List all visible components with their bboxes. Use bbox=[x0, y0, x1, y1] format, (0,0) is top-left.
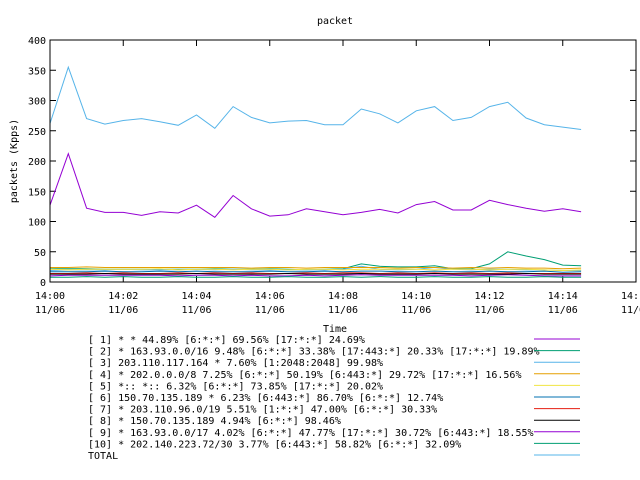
x-tick-date: 11/06 bbox=[328, 305, 358, 316]
legend-entry: [ 4] * 202.0.0.0/8 7.25% [6:*:*] 50.19% … bbox=[88, 370, 521, 381]
x-tick-date: 11/06 bbox=[35, 305, 65, 316]
x-tick-date: 11/06 bbox=[621, 305, 640, 316]
x-tick-date: 11/06 bbox=[548, 305, 578, 316]
x-tick-time: 14:04 bbox=[181, 291, 211, 302]
x-tick-date: 11/06 bbox=[255, 305, 285, 316]
x-axis-label: Time bbox=[323, 324, 347, 335]
chart-title: packet bbox=[317, 16, 353, 27]
series-line-6 bbox=[50, 270, 582, 273]
x-tick-date: 11/06 bbox=[108, 305, 138, 316]
y-tick-label: 400 bbox=[28, 36, 46, 47]
legend-entry: [10] * 202.140.223.72/30 3.77% [6:443:*]… bbox=[88, 439, 461, 450]
y-tick-label: 100 bbox=[28, 218, 46, 229]
legend: [ 1] * * 44.89% [6:*:*] 69.56% [17:*:*] … bbox=[88, 335, 580, 462]
legend-entry: [ 1] * * 44.89% [6:*:*] 69.56% [17:*:*] … bbox=[88, 335, 365, 346]
y-tick-label: 50 bbox=[34, 248, 46, 259]
legend-entry: [ 9] * 163.93.0.0/17 4.02% [6:*:*] 47.77… bbox=[88, 428, 534, 439]
series-line-1 bbox=[49, 274, 582, 277]
x-tick-time: 14:02 bbox=[108, 291, 138, 302]
y-axis-label: packets (Kpps) bbox=[9, 119, 20, 203]
y-tick-label: 200 bbox=[28, 157, 46, 168]
x-tick-time: 14:16 bbox=[621, 291, 640, 302]
legend-entry: [ 6] 150.70.135.189 * 6.23% [6:443:*] 86… bbox=[88, 393, 443, 404]
x-tick-date: 11/06 bbox=[474, 305, 504, 316]
series-line-10 bbox=[50, 276, 582, 278]
x-tick-date: 11/06 bbox=[401, 305, 431, 316]
x-tick-time: 14:12 bbox=[474, 291, 504, 302]
y-tick-label: 0 bbox=[40, 278, 46, 289]
y-tick-label: 300 bbox=[28, 97, 46, 108]
series-line-11 bbox=[49, 65, 582, 130]
x-tick-time: 14:08 bbox=[328, 291, 358, 302]
series-line-4 bbox=[50, 266, 582, 270]
y-tick-label: 150 bbox=[28, 187, 46, 198]
packet-chart: packet packets (Kpps) Time 0 50 100 150 200 2… bbox=[9, 16, 640, 462]
legend-entry: [ 3] 203.110.117.164 * 7.60% [1:2048:204… bbox=[88, 358, 383, 369]
legend-entry: [ 8] * 150.70.135.189 4.94% [6:*:*] 98.4… bbox=[88, 416, 341, 427]
legend-entry: [ 2] * 163.93.0.0/16 9.48% [6:*:*] 33.38… bbox=[88, 347, 540, 358]
x-tick-time: 14:14 bbox=[548, 291, 578, 302]
series-lines bbox=[49, 65, 582, 278]
plot-border bbox=[49, 39, 637, 283]
x-tick-date: 11/06 bbox=[181, 305, 211, 316]
x-tick-time: 14:06 bbox=[255, 291, 285, 302]
legend-entry: [ 7] * 203.110.96.0/19 5.51% [1:*:*] 47.… bbox=[88, 405, 437, 416]
series-line-7 bbox=[50, 272, 582, 275]
x-tick-time: 14:00 bbox=[35, 291, 65, 302]
y-tick-label: 250 bbox=[28, 127, 46, 138]
legend-entry: [ 5] *:: *:: 6.32% [6:*:*] 73.85% [17:*:… bbox=[88, 381, 383, 392]
y-tick-label: 350 bbox=[28, 66, 46, 77]
x-tick-time: 14:10 bbox=[401, 291, 431, 302]
legend-entry: TOTAL bbox=[88, 451, 118, 462]
series-line-9 bbox=[49, 152, 582, 218]
